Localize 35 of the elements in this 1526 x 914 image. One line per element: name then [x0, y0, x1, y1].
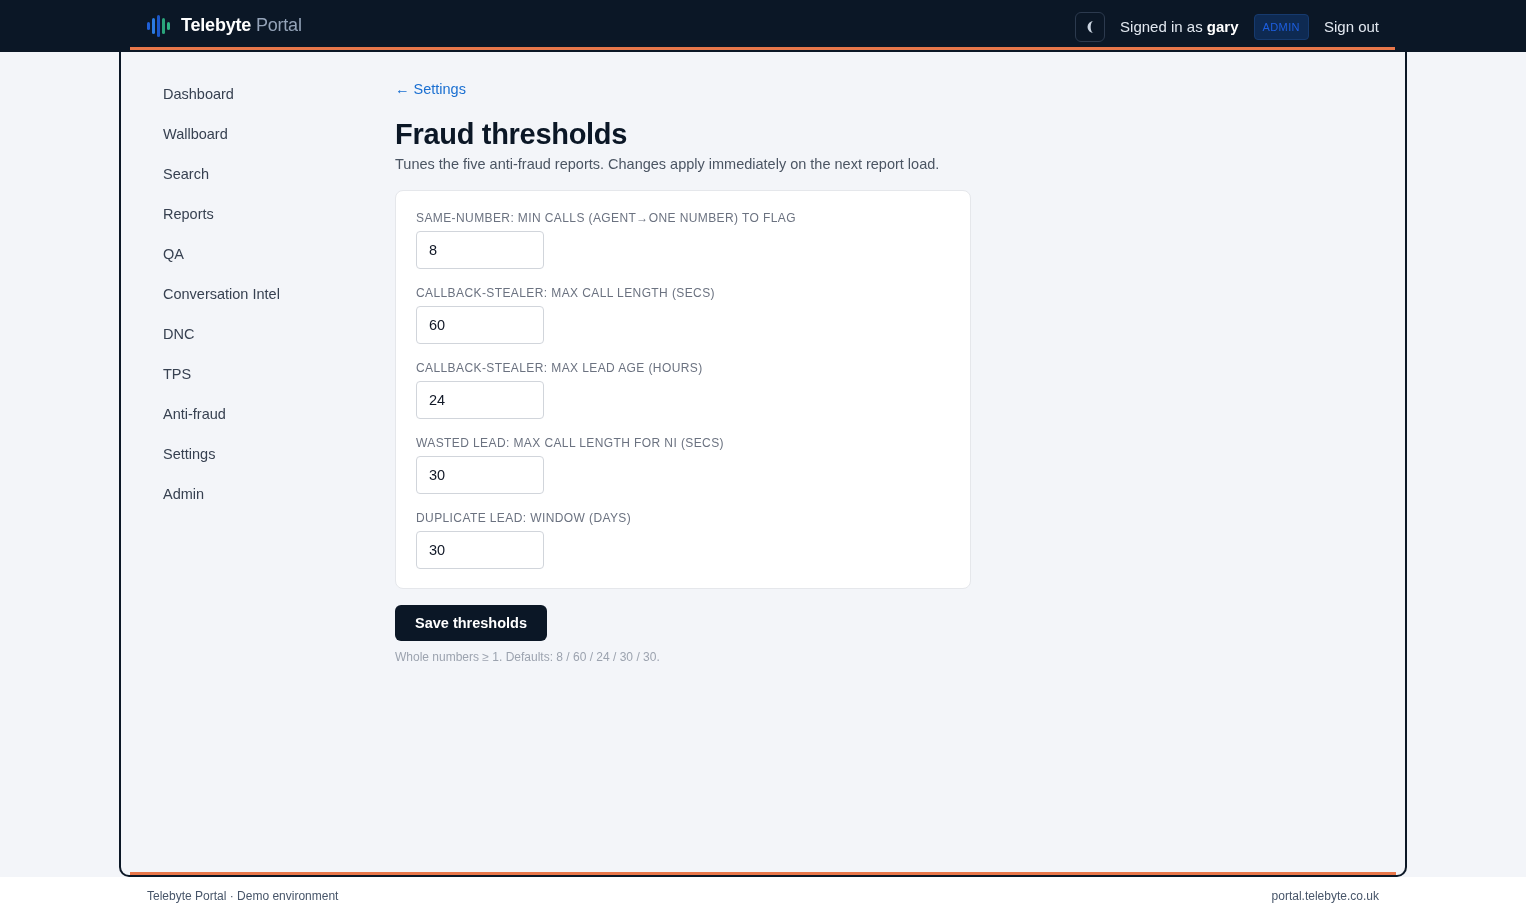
- sidebar-item[interactable]: Wallboard: [163, 114, 228, 154]
- field-label: SAME-NUMBER: MIN CALLS (AGENT→ONE NUMBER) TO FLAG: [416, 210, 796, 226]
- field-label: WASTED LEAD: MAX CALL LENGTH FOR NI (SECS): [416, 435, 724, 451]
- page-title: Fraud thresholds: [395, 117, 628, 152]
- sidebar-item[interactable]: DNC: [163, 314, 195, 354]
- field-label: DUPLICATE LEAD: WINDOW (DAYS): [416, 510, 632, 526]
- back-link[interactable]: ← Settings: [395, 79, 466, 99]
- sidebar-item[interactable]: Conversation Intel: [163, 274, 280, 314]
- number-input[interactable]: 60: [416, 306, 544, 344]
- sidebar-item[interactable]: QA: [163, 234, 184, 274]
- field-label: CALLBACK-STEALER: MAX LEAD AGE (HOURS): [416, 360, 703, 376]
- field-label: CALLBACK-STEALER: MAX CALL LENGTH (SECS): [416, 285, 715, 301]
- number-input[interactable]: 24: [416, 381, 544, 419]
- save-button[interactable]: Save thresholds: [395, 605, 547, 641]
- page-subtitle: Tunes the five anti-fraud reports. Changes apply immediately on the next report load.: [395, 155, 940, 174]
- brand-name[interactable]: Telebyte Portal: [181, 15, 302, 36]
- footer-domain: portal.telebyte.co.uk: [1271, 888, 1379, 903]
- crescent-moon-icon: [1086, 20, 1094, 33]
- number-input[interactable]: 30: [416, 456, 544, 494]
- number-input[interactable]: 8: [416, 231, 544, 269]
- number-input[interactable]: 30: [416, 531, 544, 569]
- sidebar-item[interactable]: TPS: [163, 354, 192, 394]
- sidebar-item[interactable]: Anti-fraud: [163, 394, 226, 434]
- signed-in-text: Signed in as gary: [1120, 18, 1239, 35]
- sidebar-item[interactable]: Admin: [163, 474, 205, 514]
- sound-bars-icon: [147, 14, 171, 37]
- footer-text: Telebyte Portal · Demo environment: [147, 888, 339, 903]
- sidebar-item[interactable]: Search: [163, 154, 209, 194]
- sidebar-item[interactable]: Reports: [163, 194, 214, 234]
- sidebar-item[interactable]: Dashboard: [163, 74, 234, 114]
- sidebar-item[interactable]: Settings: [163, 434, 216, 474]
- sign-out-link[interactable]: Sign out: [1323, 18, 1379, 35]
- hint-text: Whole numbers ≥ 1. Defaults: 8 / 60 / 24 / 30 / 30.: [395, 649, 660, 665]
- role-badge: ADMIN: [1253, 13, 1309, 40]
- theme-toggle-button[interactable]: [1075, 11, 1106, 42]
